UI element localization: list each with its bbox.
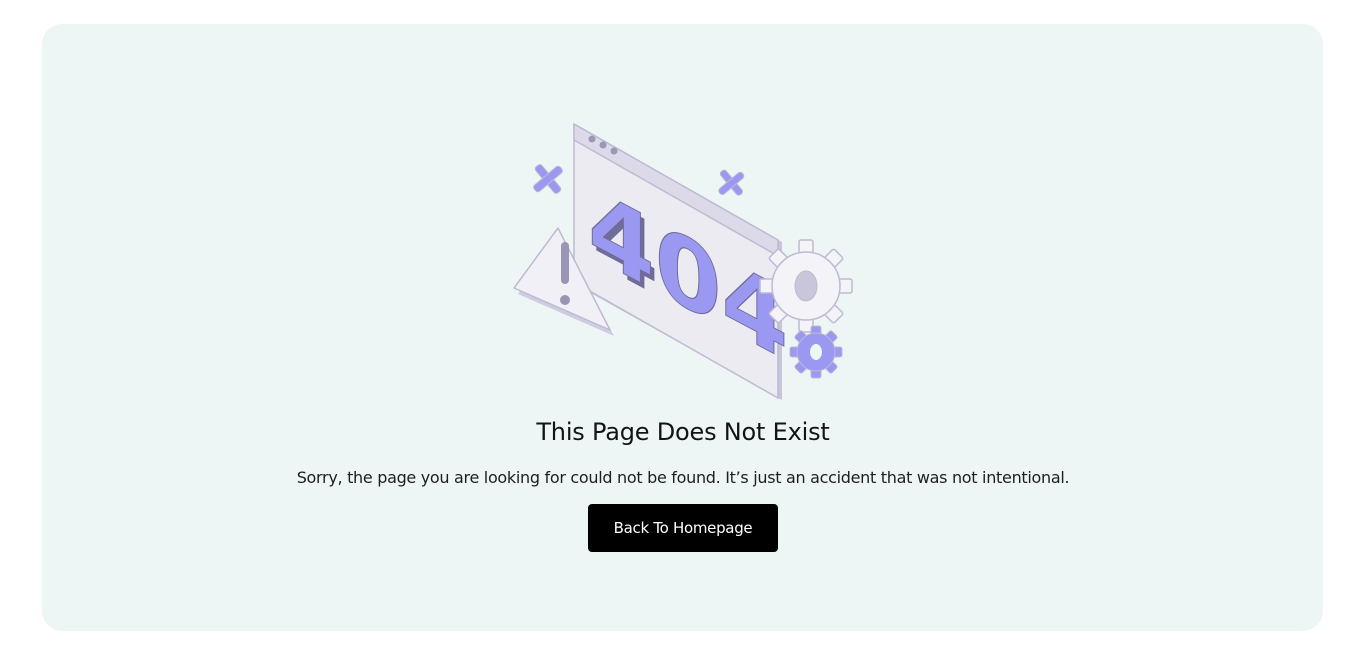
page-title: This Page Does Not Exist: [536, 418, 830, 446]
404-illustration: 4 404: [513, 122, 853, 400]
gear-icon: [759, 239, 853, 333]
back-to-homepage-button[interactable]: Back To Homepage: [588, 504, 778, 552]
gear-icon-small: [789, 325, 843, 379]
error-message: Sorry, the page you are looking for coul…: [296, 468, 1070, 487]
